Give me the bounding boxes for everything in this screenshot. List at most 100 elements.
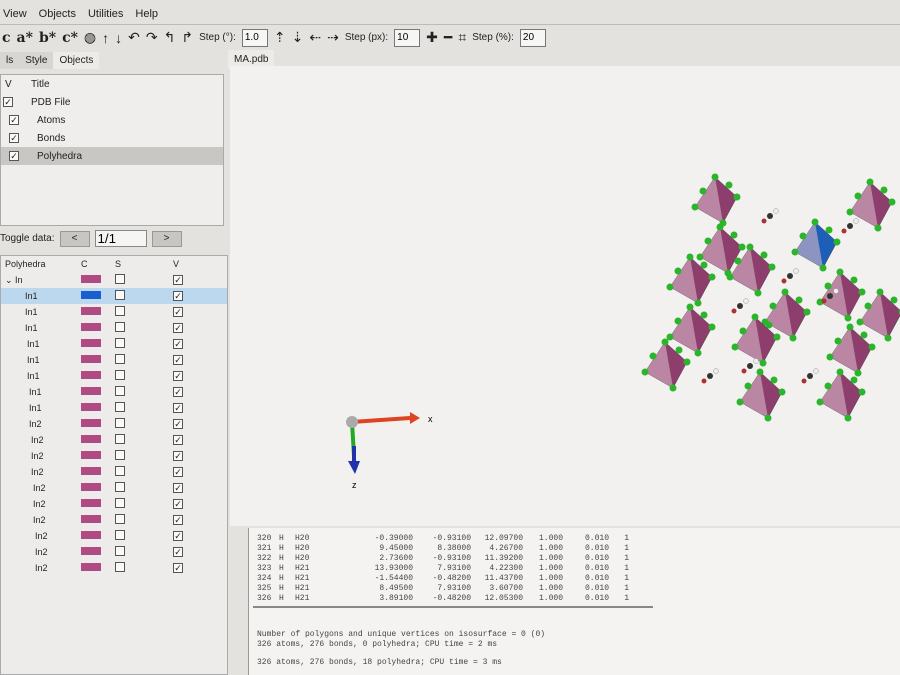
checkbox[interactable]: ✓ <box>9 114 19 125</box>
step-pct-input[interactable] <box>519 28 546 47</box>
polyhedra-row[interactable]: In2 ✓ <box>1 560 227 576</box>
polyhedra-row[interactable]: In2 ✓ <box>1 496 227 512</box>
checkbox[interactable] <box>115 450 125 460</box>
checkbox[interactable]: ✓ <box>173 547 183 557</box>
color-swatch[interactable] <box>81 563 101 571</box>
checkbox[interactable]: ✓ <box>173 467 183 477</box>
next-button[interactable]: > <box>151 230 182 247</box>
zoom-in-icon[interactable]: ✚ <box>426 29 438 46</box>
polyhedra-row[interactable]: In1 ✓ <box>1 304 227 320</box>
tab-objects[interactable]: Objects <box>53 52 100 69</box>
color-swatch[interactable] <box>81 467 101 475</box>
checkbox[interactable] <box>115 306 125 316</box>
color-swatch[interactable] <box>81 419 101 427</box>
checkbox[interactable]: ✓ <box>173 515 183 525</box>
move-right-icon[interactable]: ⇢ <box>327 29 339 46</box>
color-swatch[interactable] <box>81 307 101 315</box>
step-px-input[interactable] <box>394 28 421 47</box>
checkbox[interactable]: ✓ <box>173 435 183 445</box>
polyhedra-row[interactable]: In2 ✓ <box>1 416 227 432</box>
view-c-star-button[interactable]: c* <box>62 30 78 46</box>
checkbox[interactable]: ✓ <box>173 275 183 285</box>
checkbox[interactable]: ✓ <box>173 451 183 461</box>
color-swatch[interactable] <box>81 371 101 379</box>
polyhedra-row[interactable]: In2 ✓ <box>1 432 227 448</box>
rotate-down-icon[interactable]: ↓ <box>115 30 122 46</box>
checkbox[interactable]: ✓ <box>173 355 183 365</box>
structure-viewport[interactable]: x z <box>230 66 900 526</box>
polyhedra-row[interactable]: In2 ✓ <box>1 464 227 480</box>
menu-objects[interactable]: Objects <box>39 8 76 20</box>
polyhedra-row[interactable]: In2 ✓ <box>1 512 227 528</box>
polyhedra-row[interactable]: In1 ✓ <box>1 400 227 416</box>
move-down-icon[interactable]: ⇣ <box>292 29 304 46</box>
rotate-ccw-icon[interactable]: ↰ <box>164 29 176 46</box>
prev-button[interactable]: < <box>59 230 90 247</box>
view-c-button[interactable]: c <box>2 30 11 46</box>
polyhedra-row[interactable]: In1 ✓ <box>1 320 227 336</box>
checkbox[interactable] <box>115 514 125 524</box>
polyhedra-row[interactable]: In1 ✓ <box>1 368 227 384</box>
checkbox[interactable]: ✓ <box>173 499 183 509</box>
checkbox[interactable] <box>115 386 125 396</box>
checkbox[interactable] <box>115 434 125 444</box>
checkbox[interactable]: ✓ <box>173 531 183 541</box>
color-swatch[interactable] <box>81 291 101 299</box>
checkbox[interactable] <box>115 482 125 492</box>
fit-icon[interactable]: ⌗ <box>458 29 466 46</box>
object-pdb-file[interactable]: PDB File <box>31 97 70 108</box>
checkbox[interactable] <box>115 530 125 540</box>
checkbox[interactable] <box>115 418 125 428</box>
checkbox[interactable]: ✓ <box>3 96 13 107</box>
color-swatch[interactable] <box>81 547 101 555</box>
color-swatch[interactable] <box>81 323 101 331</box>
checkbox[interactable]: ✓ <box>173 291 183 301</box>
checkbox[interactable]: ✓ <box>173 563 183 573</box>
checkbox[interactable] <box>115 546 125 556</box>
toggle-input[interactable] <box>94 230 147 247</box>
checkbox[interactable]: ✓ <box>173 323 183 333</box>
zoom-out-icon[interactable]: ━ <box>444 29 452 46</box>
group-in[interactable]: ⌄ In <box>1 275 81 286</box>
checkbox[interactable]: ✓ <box>173 419 183 429</box>
checkbox[interactable]: ✓ <box>173 403 183 413</box>
color-swatch[interactable] <box>81 403 101 411</box>
color-swatch[interactable] <box>81 435 101 443</box>
checkbox[interactable] <box>115 370 125 380</box>
color-swatch[interactable] <box>81 451 101 459</box>
move-left-icon[interactable]: ⇠ <box>309 29 321 46</box>
globe-icon[interactable]: ◍ <box>84 29 96 46</box>
checkbox[interactable] <box>115 498 125 508</box>
object-polyhedra[interactable]: Polyhedra <box>37 151 82 162</box>
rotate-right-icon[interactable]: ↷ <box>146 29 158 46</box>
object-atoms[interactable]: Atoms <box>37 115 65 126</box>
checkbox[interactable] <box>115 402 125 412</box>
checkbox[interactable]: ✓ <box>9 150 19 161</box>
checkbox[interactable]: ✓ <box>9 132 19 143</box>
move-up-icon[interactable]: ⇡ <box>274 29 286 46</box>
checkbox[interactable]: ✓ <box>173 387 183 397</box>
polyhedra-row[interactable]: In2 ✓ <box>1 448 227 464</box>
rotate-left-icon[interactable]: ↶ <box>128 29 140 46</box>
checkbox[interactable] <box>115 322 125 332</box>
polyhedra-row[interactable]: In1 ✓ <box>1 288 227 304</box>
tab-tools[interactable]: ls <box>0 52 20 69</box>
polyhedra-row[interactable]: In1 ✓ <box>1 352 227 368</box>
polyhedra-row[interactable]: In2 ✓ <box>1 528 227 544</box>
color-swatch[interactable] <box>81 499 101 507</box>
color-swatch[interactable] <box>81 339 101 347</box>
step-deg-input[interactable] <box>241 28 268 47</box>
view-b-star-button[interactable]: b* <box>39 30 56 46</box>
color-swatch[interactable] <box>81 387 101 395</box>
tab-style[interactable]: Style <box>19 52 54 69</box>
color-swatch[interactable] <box>81 275 101 283</box>
polyhedra-row[interactable]: In1 ✓ <box>1 336 227 352</box>
menu-help[interactable]: Help <box>135 8 158 20</box>
rotate-cw-icon[interactable]: ↱ <box>181 29 193 46</box>
menu-utilities[interactable]: Utilities <box>88 8 123 20</box>
checkbox[interactable]: ✓ <box>173 371 183 381</box>
checkbox[interactable] <box>115 338 125 348</box>
color-swatch[interactable] <box>81 515 101 523</box>
checkbox[interactable]: ✓ <box>173 307 183 317</box>
polyhedra-row[interactable]: In2 ✓ <box>1 544 227 560</box>
